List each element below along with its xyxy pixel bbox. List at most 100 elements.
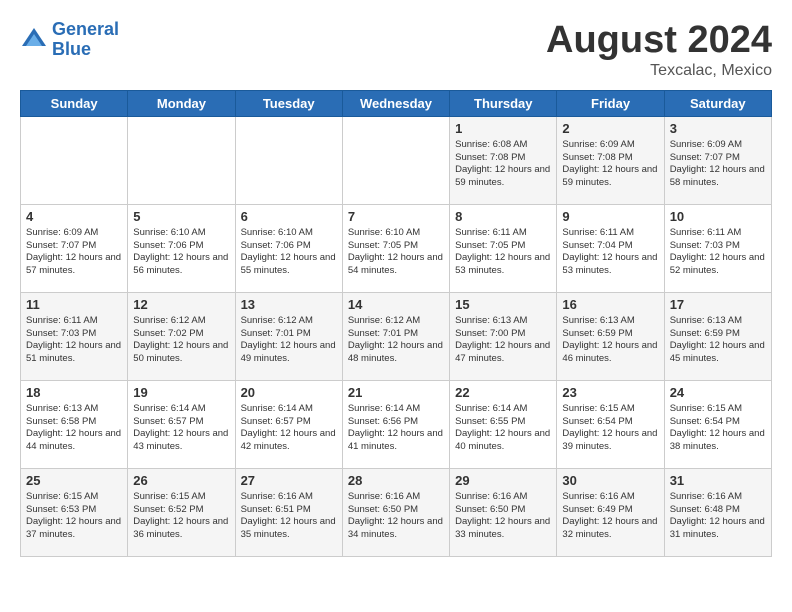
- page-header: General Blue August 2024 Texcalac, Mexic…: [20, 20, 772, 80]
- cell-info: Sunrise: 6:15 AMSunset: 6:52 PMDaylight:…: [133, 491, 229, 542]
- day-number: 25: [26, 473, 122, 488]
- month-year: August 2024: [546, 20, 772, 62]
- weekday-header-monday: Monday: [128, 90, 235, 116]
- calendar-cell: 8Sunrise: 6:11 AMSunset: 7:05 PMDaylight…: [450, 204, 557, 292]
- cell-info: Sunrise: 6:14 AMSunset: 6:57 PMDaylight:…: [241, 403, 337, 454]
- week-row-4: 18 Sunrise: 6:13 AMSunset: 6:58 PMDayligh…: [21, 380, 772, 468]
- calendar-cell: [342, 116, 449, 204]
- calendar-cell: 15Sunrise: 6:13 AMSunset: 7:00 PMDayligh…: [450, 292, 557, 380]
- weekday-header-friday: Friday: [557, 90, 664, 116]
- logo: General Blue: [20, 20, 119, 60]
- week-row-5: 25Sunrise: 6:15 AMSunset: 6:53 PMDayligh…: [21, 468, 772, 556]
- cell-info: Sunrise: 6:15 AMSunset: 6:54 PMDaylight:…: [670, 403, 766, 454]
- cell-info: Sunrise: 6:11 AMSunset: 7:05 PMDaylight:…: [455, 227, 551, 278]
- day-number: 13: [241, 297, 337, 312]
- cell-info: Sunrise: 6:16 AMSunset: 6:51 PMDaylight:…: [241, 491, 337, 542]
- cell-info: Sunrise: 6:14 AMSunset: 6:56 PMDaylight:…: [348, 403, 444, 454]
- day-number: 10: [670, 209, 766, 224]
- cell-info: Sunrise: 6:13 AMSunset: 6:58 PMDaylight:…: [26, 403, 122, 454]
- calendar-cell: [128, 116, 235, 204]
- day-number: 11: [26, 297, 122, 312]
- calendar-cell: 20 Sunrise: 6:14 AMSunset: 6:57 PMDayligh…: [235, 380, 342, 468]
- day-number: 15: [455, 297, 551, 312]
- calendar-cell: [21, 116, 128, 204]
- logo-line1: General: [52, 19, 119, 39]
- cell-info: Sunrise: 6:10 AMSunset: 7:06 PMDaylight:…: [241, 227, 337, 278]
- calendar-cell: 17 Sunrise: 6:13 AMSunset: 6:59 PMDayligh…: [664, 292, 771, 380]
- calendar-cell: [235, 116, 342, 204]
- calendar-cell: 22 Sunrise: 6:14 AMSunset: 6:55 PMDayligh…: [450, 380, 557, 468]
- logo-icon: [20, 26, 48, 54]
- cell-info: Sunrise: 6:08 AMSunset: 7:08 PMDaylight:…: [455, 139, 551, 190]
- day-number: 12: [133, 297, 229, 312]
- day-number: 4: [26, 209, 122, 224]
- calendar-cell: 26 Sunrise: 6:15 AMSunset: 6:52 PMDayligh…: [128, 468, 235, 556]
- week-row-1: 1 Sunrise: 6:08 AMSunset: 7:08 PMDaylight…: [21, 116, 772, 204]
- calendar-cell: 19Sunrise: 6:14 AMSunset: 6:57 PMDayligh…: [128, 380, 235, 468]
- day-number: 28: [348, 473, 444, 488]
- calendar-table: SundayMondayTuesdayWednesdayThursdayFrid…: [20, 90, 772, 557]
- logo-text: General Blue: [52, 20, 119, 60]
- weekday-header-row: SundayMondayTuesdayWednesdayThursdayFrid…: [21, 90, 772, 116]
- cell-info: Sunrise: 6:09 AMSunset: 7:07 PMDaylight:…: [26, 227, 122, 278]
- cell-info: Sunrise: 6:10 AMSunset: 7:06 PMDaylight:…: [133, 227, 229, 278]
- cell-info: Sunrise: 6:16 AMSunset: 6:49 PMDaylight:…: [562, 491, 658, 542]
- calendar-cell: 12 Sunrise: 6:12 AMSunset: 7:02 PMDayligh…: [128, 292, 235, 380]
- calendar-cell: 6 Sunrise: 6:10 AMSunset: 7:06 PMDaylight…: [235, 204, 342, 292]
- cell-info: Sunrise: 6:16 AMSunset: 6:50 PMDaylight:…: [455, 491, 551, 542]
- calendar-cell: 2Sunrise: 6:09 AMSunset: 7:08 PMDaylight…: [557, 116, 664, 204]
- week-row-2: 4 Sunrise: 6:09 AMSunset: 7:07 PMDaylight…: [21, 204, 772, 292]
- cell-info: Sunrise: 6:12 AMSunset: 7:02 PMDaylight:…: [133, 315, 229, 366]
- title-block: August 2024 Texcalac, Mexico: [546, 20, 772, 80]
- cell-info: Sunrise: 6:15 AMSunset: 6:54 PMDaylight:…: [562, 403, 658, 454]
- day-number: 26: [133, 473, 229, 488]
- day-number: 3: [670, 121, 766, 136]
- day-number: 31: [670, 473, 766, 488]
- weekday-header-wednesday: Wednesday: [342, 90, 449, 116]
- calendar-cell: 16 Sunrise: 6:13 AMSunset: 6:59 PMDayligh…: [557, 292, 664, 380]
- calendar-cell: 21Sunrise: 6:14 AMSunset: 6:56 PMDayligh…: [342, 380, 449, 468]
- cell-info: Sunrise: 6:13 AMSunset: 6:59 PMDaylight:…: [670, 315, 766, 366]
- day-number: 17: [670, 297, 766, 312]
- day-number: 7: [348, 209, 444, 224]
- day-number: 16: [562, 297, 658, 312]
- cell-info: Sunrise: 6:11 AMSunset: 7:04 PMDaylight:…: [562, 227, 658, 278]
- calendar-cell: 5 Sunrise: 6:10 AMSunset: 7:06 PMDaylight…: [128, 204, 235, 292]
- day-number: 30: [562, 473, 658, 488]
- cell-info: Sunrise: 6:11 AMSunset: 7:03 PMDaylight:…: [670, 227, 766, 278]
- day-number: 18: [26, 385, 122, 400]
- day-number: 6: [241, 209, 337, 224]
- cell-info: Sunrise: 6:14 AMSunset: 6:55 PMDaylight:…: [455, 403, 551, 454]
- day-number: 2: [562, 121, 658, 136]
- cell-info: Sunrise: 6:09 AMSunset: 7:07 PMDaylight:…: [670, 139, 766, 190]
- day-number: 1: [455, 121, 551, 136]
- calendar-cell: 18 Sunrise: 6:13 AMSunset: 6:58 PMDayligh…: [21, 380, 128, 468]
- calendar-cell: 25Sunrise: 6:15 AMSunset: 6:53 PMDayligh…: [21, 468, 128, 556]
- calendar-cell: 23 Sunrise: 6:15 AMSunset: 6:54 PMDayligh…: [557, 380, 664, 468]
- calendar-cell: 24 Sunrise: 6:15 AMSunset: 6:54 PMDayligh…: [664, 380, 771, 468]
- cell-info: Sunrise: 6:16 AMSunset: 6:48 PMDaylight:…: [670, 491, 766, 542]
- day-number: 24: [670, 385, 766, 400]
- day-number: 20: [241, 385, 337, 400]
- calendar-cell: 4 Sunrise: 6:09 AMSunset: 7:07 PMDaylight…: [21, 204, 128, 292]
- location: Texcalac, Mexico: [546, 62, 772, 80]
- cell-info: Sunrise: 6:12 AMSunset: 7:01 PMDaylight:…: [241, 315, 337, 366]
- calendar-cell: 3 Sunrise: 6:09 AMSunset: 7:07 PMDaylight…: [664, 116, 771, 204]
- logo-line2: Blue: [52, 39, 91, 59]
- day-number: 27: [241, 473, 337, 488]
- weekday-header-saturday: Saturday: [664, 90, 771, 116]
- cell-info: Sunrise: 6:12 AMSunset: 7:01 PMDaylight:…: [348, 315, 444, 366]
- day-number: 23: [562, 385, 658, 400]
- weekday-header-tuesday: Tuesday: [235, 90, 342, 116]
- day-number: 19: [133, 385, 229, 400]
- weekday-header-sunday: Sunday: [21, 90, 128, 116]
- calendar-cell: 29Sunrise: 6:16 AMSunset: 6:50 PMDayligh…: [450, 468, 557, 556]
- calendar-cell: 1 Sunrise: 6:08 AMSunset: 7:08 PMDaylight…: [450, 116, 557, 204]
- day-number: 5: [133, 209, 229, 224]
- day-number: 22: [455, 385, 551, 400]
- cell-info: Sunrise: 6:13 AMSunset: 6:59 PMDaylight:…: [562, 315, 658, 366]
- calendar-cell: 9Sunrise: 6:11 AMSunset: 7:04 PMDaylight…: [557, 204, 664, 292]
- calendar-cell: 13 Sunrise: 6:12 AMSunset: 7:01 PMDayligh…: [235, 292, 342, 380]
- cell-info: Sunrise: 6:11 AMSunset: 7:03 PMDaylight:…: [26, 315, 122, 366]
- calendar-cell: 27 Sunrise: 6:16 AMSunset: 6:51 PMDayligh…: [235, 468, 342, 556]
